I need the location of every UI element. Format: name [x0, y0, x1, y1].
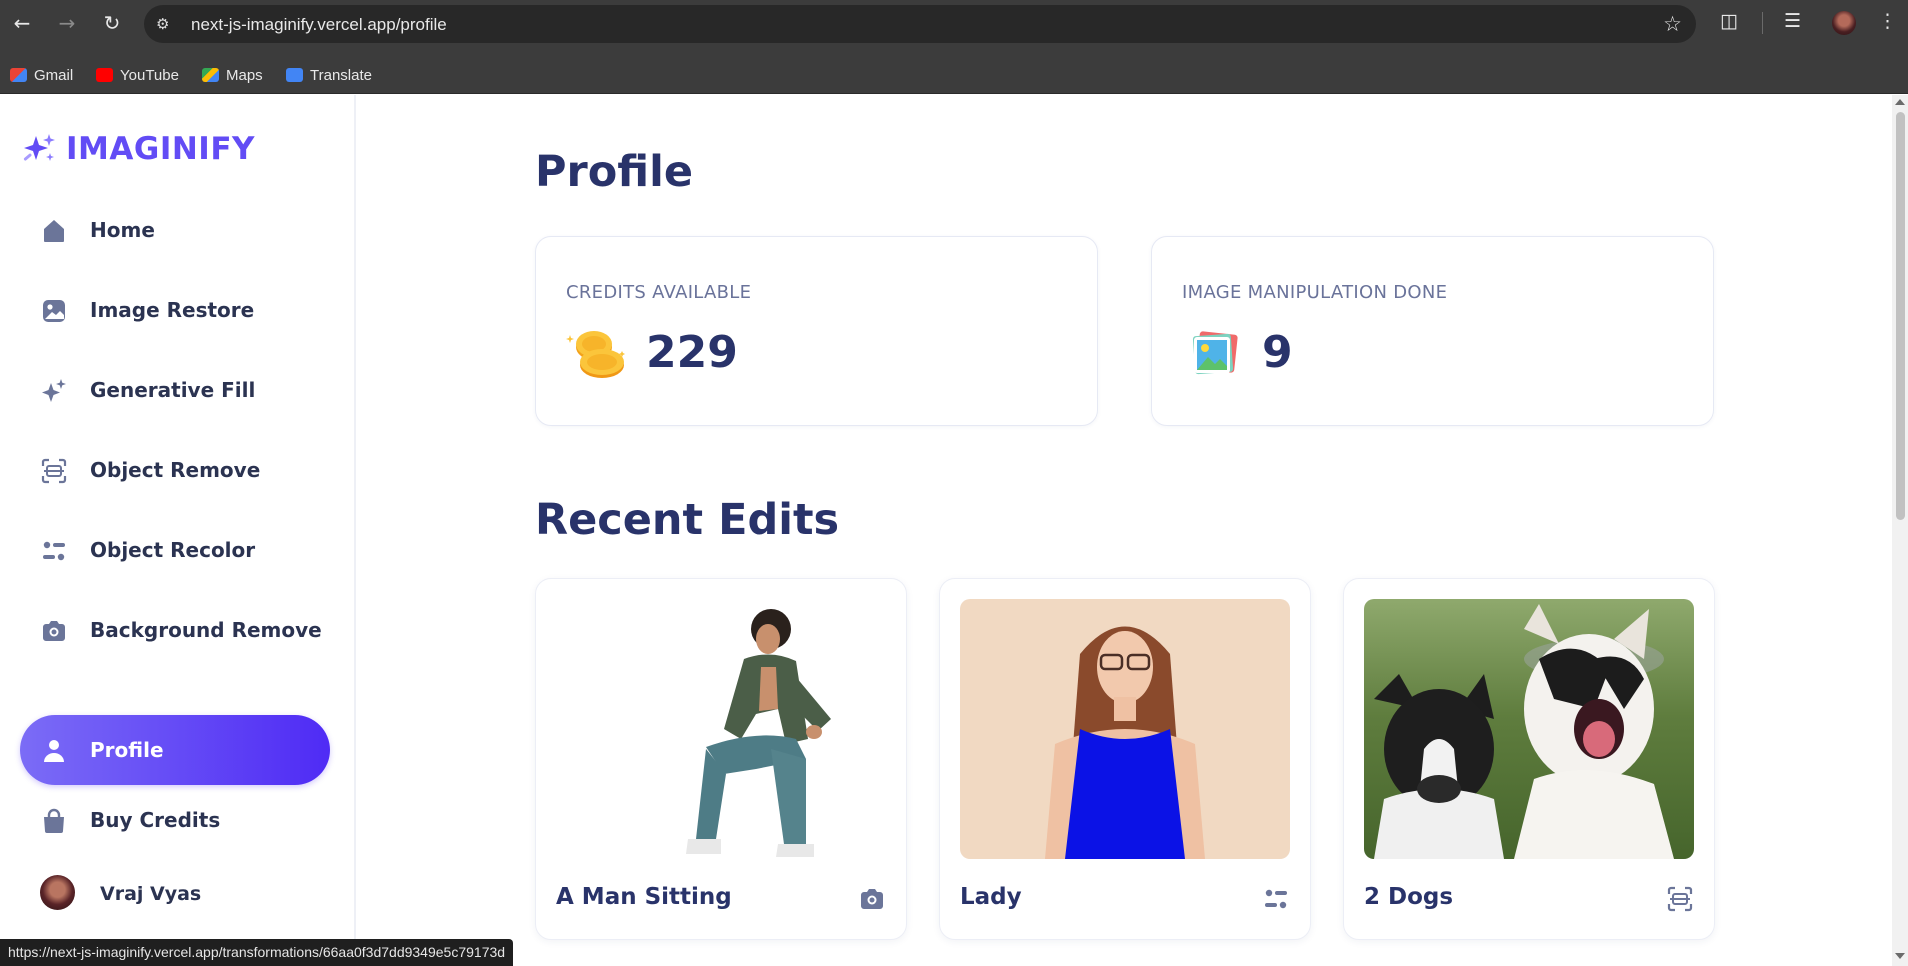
sidebar-item-label: Object Recolor: [90, 538, 256, 562]
menu-kebab-icon[interactable]: ⋮: [1878, 10, 1897, 32]
edit-thumbnail[interactable]: [1364, 599, 1694, 859]
filter-icon: [43, 541, 65, 561]
sidebar-item-buy-credits[interactable]: Buy Credits: [20, 785, 330, 855]
section-title: Recent Edits: [535, 495, 840, 545]
edit-card[interactable]: Lady: [939, 578, 1311, 940]
bookmark-star-icon[interactable]: ☆: [1663, 12, 1682, 36]
edit-card[interactable]: 2 Dogs: [1343, 578, 1715, 940]
credits-card: CREDITS AVAILABLE 229: [535, 236, 1098, 426]
home-icon: [44, 220, 64, 242]
filter-icon: [1265, 889, 1287, 909]
logo-text: IMAGINIFY: [66, 131, 255, 167]
gmail-icon: [10, 68, 27, 82]
avatar[interactable]: [40, 875, 75, 910]
camera-icon: [861, 889, 883, 909]
sparkles-logo-icon: [23, 134, 55, 161]
sidebar-item-label: Image Restore: [90, 298, 255, 322]
edit-title: A Man Sitting: [556, 884, 732, 910]
camera-icon: [43, 621, 65, 641]
logo[interactable]: IMAGINIFY: [20, 131, 255, 167]
bookmark-label: Gmail: [34, 66, 74, 84]
translate-icon: [286, 68, 303, 82]
sidebar-item-label: Background Remove: [90, 618, 322, 642]
sidebar-item-label: Profile: [90, 738, 164, 762]
sidebar-item-object-remove[interactable]: Object Remove: [20, 435, 330, 505]
user-name: Vraj Vyas: [100, 883, 202, 905]
photo-icon: [1192, 331, 1238, 375]
url-text[interactable]: next-js-imaginify.vercel.app/profile: [191, 15, 447, 35]
coins-icon: [566, 331, 625, 378]
edit-title: 2 Dogs: [1364, 884, 1454, 910]
sidebar-item-generative-fill[interactable]: Generative Fill: [20, 355, 330, 425]
sidebar-item-background-remove[interactable]: Background Remove: [20, 595, 330, 665]
stat-label: IMAGE MANIPULATION DONE: [1182, 282, 1448, 303]
bookmarks-bar: Gmail YouTube Maps Translate: [0, 56, 1908, 94]
sidebar: IMAGINIFY Home Image Restore Generative …: [0, 95, 356, 966]
sidebar-item-home[interactable]: Home: [20, 195, 330, 265]
sidebar-item-profile[interactable]: Profile: [20, 715, 330, 785]
sidebar-item-object-recolor[interactable]: Object Recolor: [20, 515, 330, 585]
forward-arrow-icon[interactable]: →: [54, 10, 80, 36]
edit-card[interactable]: A Man Sitting: [535, 578, 907, 940]
image-icon: [43, 300, 65, 322]
bookmark-youtube[interactable]: YouTube: [96, 65, 179, 85]
stat-label: CREDITS AVAILABLE: [566, 282, 752, 303]
scrollbar-thumb[interactable]: [1896, 112, 1905, 520]
lady-image: [1045, 626, 1205, 859]
scan-icon: [41, 458, 67, 484]
profile-avatar[interactable]: [1832, 11, 1856, 35]
bookmark-gmail[interactable]: Gmail: [10, 65, 73, 85]
stat-value: 9: [1262, 327, 1293, 378]
bookmark-label: YouTube: [120, 66, 179, 84]
link-status-bar: https://next-js-imaginify.vercel.app/tra…: [0, 939, 514, 966]
man-sitting-image: [686, 609, 831, 857]
site-settings-icon[interactable]: ⚙: [156, 14, 176, 34]
sidebar-item-label: Buy Credits: [90, 808, 221, 832]
user-icon: [44, 740, 64, 762]
maps-icon: [202, 68, 219, 82]
edit-thumbnail[interactable]: [556, 599, 886, 859]
reload-icon[interactable]: ↻: [99, 10, 125, 36]
extensions-icon[interactable]: ◫: [1720, 10, 1738, 32]
bag-icon: [44, 808, 64, 833]
bookmark-label: Translate: [310, 66, 372, 84]
sidebar-item-label: Generative Fill: [90, 378, 256, 402]
browser-toolbar: ← → ↻ ⚙ next-js-imaginify.vercel.app/pro…: [0, 0, 1908, 56]
media-control-icon[interactable]: ☰: [1784, 10, 1801, 32]
edit-thumbnail[interactable]: [960, 599, 1290, 859]
edit-title: Lady: [960, 884, 1022, 910]
bookmark-label: Maps: [226, 66, 263, 84]
scroll-up-arrow-icon[interactable]: [1895, 99, 1905, 105]
bookmark-translate[interactable]: Translate: [286, 65, 372, 85]
back-arrow-icon[interactable]: ←: [9, 10, 35, 36]
stars-icon: [42, 379, 66, 402]
address-bar[interactable]: ⚙ next-js-imaginify.vercel.app/profile ☆: [144, 5, 1696, 43]
toolbar-divider: [1762, 12, 1763, 34]
main-content: Profile CREDITS AVAILABLE 229 IMAGE MANI…: [358, 95, 1890, 966]
sidebar-item-image-restore[interactable]: Image Restore: [20, 275, 330, 345]
scan-icon: [1667, 886, 1693, 912]
youtube-icon: [96, 68, 113, 82]
two-dogs-image: [1374, 604, 1674, 859]
sidebar-item-label: Home: [90, 218, 155, 242]
manipulations-card: IMAGE MANIPULATION DONE 9: [1151, 236, 1714, 426]
stat-value: 229: [646, 327, 738, 378]
sidebar-item-label: Object Remove: [90, 458, 261, 482]
scroll-down-arrow-icon[interactable]: [1895, 953, 1905, 959]
bookmark-maps[interactable]: Maps: [202, 65, 263, 85]
page-title: Profile: [535, 147, 694, 197]
